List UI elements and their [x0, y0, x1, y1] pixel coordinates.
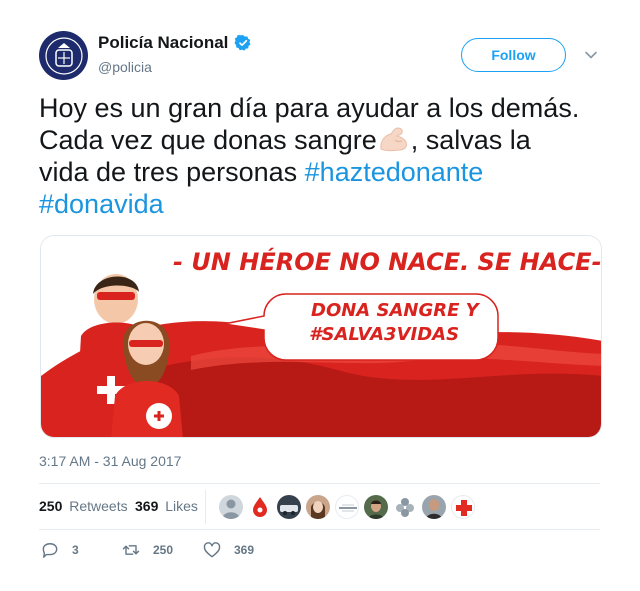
hashtag-link-donavida[interactable]: #donavida: [39, 189, 164, 219]
tweet-timestamp[interactable]: 3:17 AM - 31 Aug 2017: [39, 453, 181, 469]
display-name[interactable]: Policía Nacional: [98, 33, 228, 53]
retweet-stat-label: Retweets: [69, 498, 128, 514]
liker-avatar[interactable]: [219, 495, 243, 519]
liker-avatar[interactable]: [277, 495, 301, 519]
likes-stat-count: 369: [135, 498, 159, 514]
person-photo-icon: [310, 501, 326, 519]
blood-donation-illustration: - UN HÉROE NO NACE. SE HACE- DONA SANGRE…: [41, 247, 602, 437]
tweet-line-1: Hoy es un gran día para ayudar a los dem…: [39, 93, 580, 123]
profile-avatar[interactable]: [39, 31, 88, 80]
reply-count: 3: [72, 543, 79, 557]
car-photo-icon: [280, 505, 298, 515]
stats-divider: [205, 490, 206, 524]
follow-button[interactable]: Follow: [461, 38, 566, 72]
liker-avatar[interactable]: [393, 495, 417, 519]
reply-icon: [42, 543, 58, 558]
banner-headline: - UN HÉROE NO NACE. SE HACE-: [173, 247, 602, 276]
verified-badge-icon: [234, 34, 251, 51]
tweet-line-4: #donavida: [39, 188, 609, 220]
liker-avatar[interactable]: [335, 495, 359, 519]
default-profile-icon: [222, 499, 240, 519]
likes-stat[interactable]: 369 Likes: [135, 498, 198, 514]
like-button[interactable]: 369: [202, 540, 254, 560]
likes-stat-label: Likes: [165, 498, 198, 514]
user-handle[interactable]: @policia: [98, 59, 152, 75]
tweet-media-image[interactable]: - UN HÉROE NO NACE. SE HACE- DONA SANGRE…: [40, 235, 602, 438]
retweet-stat-count: 250: [39, 498, 63, 514]
tweet-line-3: vida de tres personas #haztedonante: [39, 156, 609, 188]
red-cross-icon: [456, 500, 472, 516]
brand-logo-icon: [339, 504, 357, 512]
person-photo-icon: [426, 499, 442, 519]
liker-avatar[interactable]: [248, 495, 272, 519]
retweet-button[interactable]: 250: [121, 540, 173, 560]
tweet-line-2-start: Cada vez que donas sangre: [39, 125, 377, 155]
police-emblem-icon: [44, 36, 83, 75]
liker-avatar[interactable]: [364, 495, 388, 519]
tweet-line-3-start: vida de tres personas: [39, 157, 305, 187]
flower-logo-icon: [396, 498, 414, 517]
liker-avatar[interactable]: [451, 495, 475, 519]
retweet-stat[interactable]: 250 Retweets: [39, 498, 128, 514]
tweet-text: Hoy es un gran día para ayudar a los dem…: [39, 92, 609, 220]
tweet-line-2-end: , salvas la: [410, 125, 531, 155]
tweet-line-2: Cada vez que donas sangre , salvas la: [39, 124, 609, 156]
blood-drop-icon: [253, 497, 267, 517]
flexed-biceps-icon: [380, 127, 407, 152]
engagement-stats: 250 Retweets 369 Likes: [39, 483, 600, 530]
author-name-row: Policía Nacional: [98, 33, 252, 53]
person-photo-icon: [368, 500, 384, 519]
retweet-icon: [122, 545, 140, 555]
liker-avatar[interactable]: [306, 495, 330, 519]
liker-avatar[interactable]: [422, 495, 446, 519]
hashtag-link-haztedonante[interactable]: #haztedonante: [305, 157, 484, 187]
retweet-count: 250: [153, 543, 174, 557]
reply-button[interactable]: 3: [40, 540, 79, 560]
like-count: 369: [234, 543, 255, 557]
bubble-line-1: DONA SANGRE Y: [311, 300, 481, 321]
chevron-down-icon[interactable]: [584, 48, 598, 62]
heart-icon: [203, 542, 221, 558]
bubble-line-2: #SALVA3VIDAS: [309, 324, 459, 345]
